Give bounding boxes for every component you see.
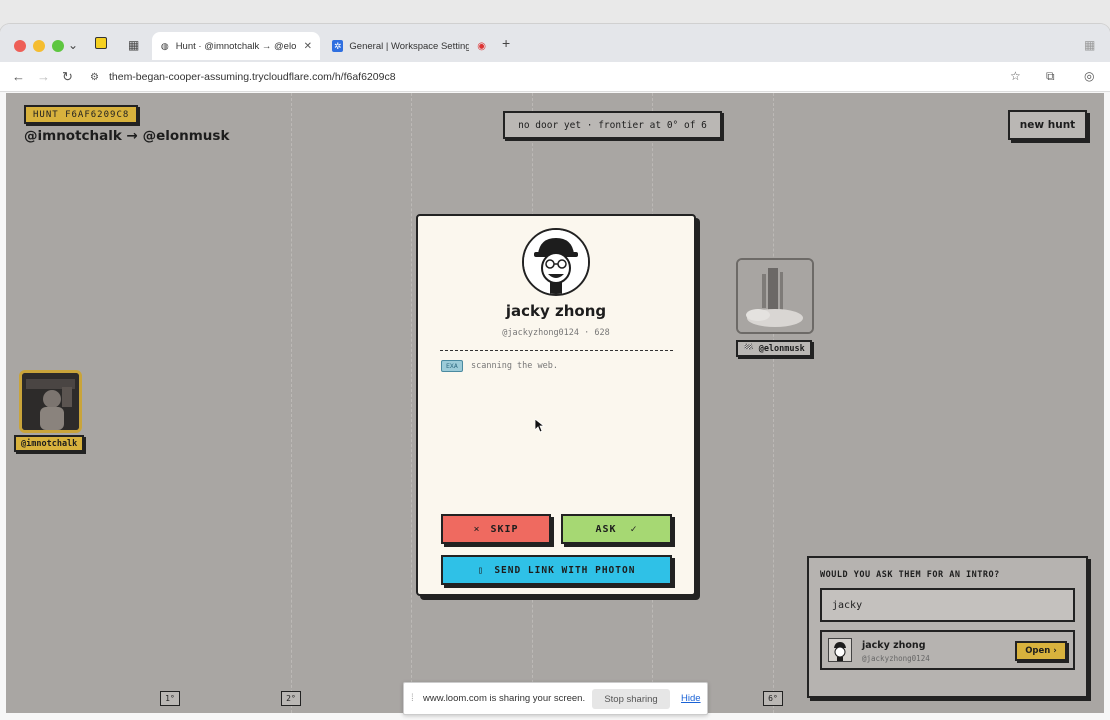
apps-grid-icon[interactable]: ▦ xyxy=(1084,37,1095,53)
tab-title: Hunt · @imnotchalk → @elonmusk xyxy=(175,40,296,52)
tab-hunt[interactable]: ◍ Hunt · @imnotchalk → @elonmusk ✕ xyxy=(152,32,320,60)
hunt-title: @imnotchalk → @elonmusk xyxy=(24,128,230,144)
profile-icon[interactable]: ◎ xyxy=(1084,69,1094,83)
extensions-icon[interactable]: ⧉ xyxy=(1046,69,1055,84)
forward-arrow-icon[interactable]: → xyxy=(37,69,50,85)
intro-panel: WOULD YOU ASK THEM FOR AN INTRO? jacky j… xyxy=(807,556,1088,698)
frontier-status: no door yet · frontier at 0° of 6 xyxy=(503,111,722,139)
intro-question: WOULD YOU ASK THEM FOR AN INTRO? xyxy=(820,570,1000,580)
tab-workspace-settings[interactable]: ✲ General | Workspace Settings ◉ xyxy=(324,32,494,60)
close-icon: × xyxy=(473,523,481,535)
gear-icon: ✲ xyxy=(332,40,344,52)
hunt-canvas: HUNT F6AF6209C8 @imnotchalk → @elonmusk … xyxy=(6,93,1104,713)
source-node-label: @imnotchalk xyxy=(14,435,85,452)
exa-source-badge: EXA xyxy=(441,360,463,372)
photon-label: SEND LINK WITH PHOTON xyxy=(494,564,636,576)
share-message: www.loom.com is sharing your screen. xyxy=(423,693,586,704)
target-node-label: 🏁 @elonmusk xyxy=(736,340,812,357)
browser-toolbar: ← → ↻ ⚙ them-began-cooper-assuming.trycl… xyxy=(0,62,1110,92)
url-text: them-began-cooper-assuming.trycloudflare… xyxy=(108,71,396,83)
phone-icon: ▯ xyxy=(477,564,485,576)
site-settings-icon[interactable]: ⚙ xyxy=(90,72,99,83)
candidate-avatar xyxy=(522,228,590,296)
drag-handle-icon[interactable]: ⁞ xyxy=(411,693,414,704)
rocket-launch-icon xyxy=(738,260,812,332)
new-tab-icon[interactable]: + xyxy=(502,35,510,51)
cartoon-face-icon xyxy=(829,639,851,661)
close-tab-icon[interactable]: ✕ xyxy=(304,41,312,52)
target-node-avatar[interactable] xyxy=(736,258,814,334)
minimize-window-button[interactable] xyxy=(33,40,45,52)
ask-label: ASK xyxy=(595,523,617,535)
candidate-handle: @jackyzhong0124 · 628 xyxy=(502,328,610,338)
scan-status-text: scanning the web. xyxy=(471,361,558,371)
recording-icon: ◉ xyxy=(477,40,486,52)
result-handle: @jackyzhong0124 xyxy=(862,654,930,663)
degree-marker: 6° xyxy=(763,691,783,706)
close-window-button[interactable] xyxy=(14,40,26,52)
cartoon-face-icon xyxy=(524,230,588,294)
send-link-photon-button[interactable]: ▯ SEND LINK WITH PHOTON xyxy=(441,555,672,585)
bookmark-star-icon[interactable]: ☆ xyxy=(1010,69,1021,83)
skip-label: SKIP xyxy=(490,523,519,535)
chevron-down-icon[interactable]: ⌄ xyxy=(68,37,78,53)
degree-gridline xyxy=(291,93,292,713)
tab-title: General | Workspace Settings xyxy=(349,40,470,52)
candidate-name: jacky zhong xyxy=(505,302,607,320)
hide-link[interactable]: Hide xyxy=(681,693,701,704)
globe-icon: ◍ xyxy=(160,40,169,51)
result-avatar xyxy=(828,638,852,662)
person-photo-icon xyxy=(22,373,79,430)
ask-button[interactable]: ASK ✓ xyxy=(561,514,672,544)
open-button[interactable]: Open › xyxy=(1015,641,1067,661)
hunt-id-badge: HUNT F6AF6209C8 xyxy=(24,105,139,124)
intro-search-input[interactable]: jacky xyxy=(820,588,1075,622)
tab-strip: ⌄ ▦ ◍ Hunt · @imnotchalk → @elonmusk ✕ ✲… xyxy=(0,24,1110,62)
maximize-window-button[interactable] xyxy=(52,40,64,52)
intro-result-row[interactable]: jacky zhong @jackyzhong0124 Open › xyxy=(820,630,1075,670)
tab-groups-icon[interactable]: ▦ xyxy=(128,37,139,53)
check-icon: ✓ xyxy=(630,523,638,535)
new-hunt-button[interactable]: new hunt xyxy=(1008,110,1087,140)
card-divider xyxy=(440,350,673,351)
degree-gridline xyxy=(773,93,774,713)
reload-icon[interactable]: ↻ xyxy=(62,69,73,85)
skip-button[interactable]: × SKIP xyxy=(441,514,551,544)
result-name: jacky zhong xyxy=(862,640,926,651)
candidate-card: jacky zhong @jackyzhong0124 · 628 EXA sc… xyxy=(416,214,696,596)
degree-gridline xyxy=(411,93,412,713)
extension-icon[interactable] xyxy=(95,37,107,49)
address-bar[interactable]: ⚙ them-began-cooper-assuming.trycloudfla… xyxy=(90,68,396,86)
degree-marker: 1° xyxy=(160,691,180,706)
mouse-cursor-icon xyxy=(535,419,545,433)
source-node-avatar[interactable] xyxy=(19,370,82,433)
screen-share-bar: ⁞ www.loom.com is sharing your screen. S… xyxy=(403,682,708,715)
stop-sharing-button[interactable]: Stop sharing xyxy=(592,689,670,709)
degree-marker: 2° xyxy=(281,691,301,706)
back-arrow-icon[interactable]: ← xyxy=(12,69,25,85)
